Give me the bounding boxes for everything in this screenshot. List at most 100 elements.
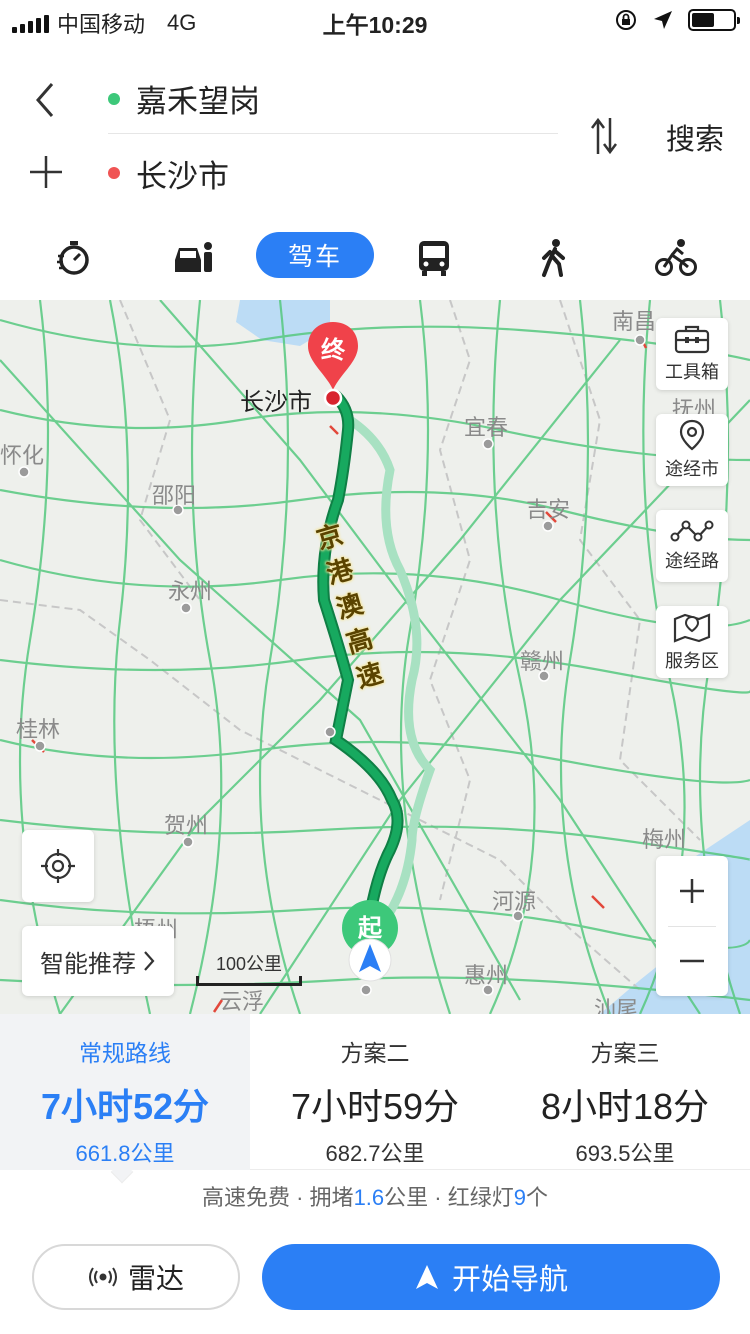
map-label-guilin: 桂林 — [16, 717, 61, 742]
route-map[interactable]: 南昌 抚州 宜春 吉安 怀化 邵阳 永州 赣州 桂林 贺州 梅州 河源 惠州 梧… — [0, 300, 750, 1014]
route-distance: 682.7公里 — [325, 1141, 425, 1166]
via-city-label: 途经市 — [665, 459, 719, 479]
route-path-icon — [670, 520, 714, 542]
bus-icon — [419, 241, 449, 276]
mode-timer[interactable] — [50, 234, 98, 282]
radar-label: 雷达 — [127, 1263, 184, 1294]
origin-marker[interactable]: 起 — [338, 896, 402, 986]
map-label-huaihua: 怀化 — [0, 443, 45, 468]
zoom-in-button[interactable] — [656, 856, 728, 926]
route-name: 方案三 — [590, 1040, 660, 1066]
map-scale: 100公里 — [196, 946, 302, 988]
origin-dot — [108, 92, 120, 105]
map-label-huizhou: 惠州 — [464, 963, 509, 988]
map-label-shaoyang: 邵阳 — [152, 483, 197, 508]
bike-icon — [655, 239, 697, 276]
battery-icon — [688, 9, 740, 31]
location-arrow-icon — [654, 11, 672, 29]
toolbox-label: 工具箱 — [665, 362, 719, 382]
mode-drive[interactable]: 驾车 — [256, 232, 374, 278]
route-time: 8小时18分 — [540, 1086, 710, 1127]
map-label-heyuan: 河源 — [492, 889, 537, 914]
transport-mode-bar: 驾车 — [0, 228, 750, 288]
route-summary: 高速免费 · 拥堵1.6公里 · 红绿灯9个 — [0, 1180, 750, 1220]
radar-button[interactable]: 雷达 — [32, 1244, 240, 1310]
map-label-nanchang: 南昌 — [612, 309, 657, 334]
destination-dot — [108, 167, 120, 179]
map-label-jian: 吉安 — [526, 497, 571, 522]
via-road-label: 途经路 — [665, 551, 719, 571]
navigation-arrow-icon — [415, 1265, 438, 1289]
highway-label-char: 速 — [352, 657, 387, 694]
swap-button[interactable] — [588, 114, 628, 158]
service-area-label: 服务区 — [665, 651, 719, 671]
radar-icon — [88, 1267, 117, 1287]
map-label-yunfu: 云浮 — [220, 989, 265, 1014]
toolbox-icon — [674, 325, 710, 354]
route-name: 方案二 — [340, 1040, 410, 1066]
service-area-button[interactable]: 服务区 — [656, 606, 728, 678]
route-distance: 693.5公里 — [575, 1141, 675, 1166]
status-right — [614, 8, 740, 32]
add-waypoint-button[interactable] — [28, 154, 64, 190]
via-city-button[interactable]: 途经市 — [656, 414, 728, 486]
mode-bus[interactable] — [410, 234, 458, 282]
status-bar: 中国移动 4G 上午10:29 — [0, 0, 750, 40]
map-label-hezhou: 贺州 — [164, 813, 209, 838]
end-marker-label: 终 — [321, 337, 345, 364]
map-label-yongzhou: 永州 — [168, 579, 213, 604]
route-options: 常规路线 7小时52分 661.8公里 方案二 7小时59分 682.7公里 方… — [0, 1014, 750, 1170]
smart-recommend-label: 智能推荐 — [40, 950, 136, 978]
back-button[interactable] — [28, 78, 62, 122]
scale-bar — [196, 976, 302, 986]
crosshair-icon — [41, 849, 75, 883]
destination-marker[interactable]: 终 — [304, 318, 362, 410]
zoom-control — [656, 856, 728, 996]
summary-text-2: 公里 · 红绿灯 — [384, 1185, 514, 1210]
traffic-light-count: 9 — [513, 1185, 526, 1210]
walk-icon — [542, 239, 565, 277]
mode-walk[interactable] — [530, 234, 578, 282]
plus-icon — [30, 156, 62, 188]
congestion-distance: 1.6 — [353, 1185, 385, 1210]
route-input-panel: 嘉禾望岗 长沙市 搜索 — [0, 40, 750, 220]
map-label-ganzhou: 赣州 — [520, 649, 565, 674]
mode-taxi[interactable] — [170, 234, 218, 282]
smart-recommend-button[interactable]: 智能推荐 — [22, 926, 174, 996]
start-navigation-button[interactable]: 开始导航 — [262, 1244, 720, 1310]
stopwatch-icon — [57, 241, 89, 275]
route-time: 7小时59分 — [290, 1086, 460, 1127]
plus-icon — [680, 879, 704, 903]
locate-button[interactable] — [22, 830, 94, 902]
rotation-lock-icon — [616, 10, 636, 30]
route-time: 7小时52分 — [40, 1086, 210, 1127]
route-option-2[interactable]: 方案二 7小时59分 682.7公里 — [250, 1014, 500, 1170]
summary-text-3: 个 — [525, 1185, 548, 1210]
map-label-yichun: 宜春 — [464, 415, 509, 440]
route-name: 常规路线 — [79, 1040, 171, 1066]
toolbox-button[interactable]: 工具箱 — [656, 318, 728, 390]
zoom-out-button[interactable] — [656, 926, 728, 996]
scale-label: 100公里 — [215, 954, 283, 974]
swap-icon — [591, 117, 617, 155]
destination-text: 长沙市 — [136, 158, 229, 194]
chevron-right-icon — [144, 951, 155, 971]
zoom-divider — [668, 926, 716, 927]
route-option-3[interactable]: 方案三 8小时18分 693.5公里 — [500, 1014, 750, 1170]
origin-field[interactable]: 嘉禾望岗 — [108, 64, 558, 134]
via-road-button[interactable]: 途经路 — [656, 510, 728, 582]
minus-icon — [680, 959, 704, 963]
destination-field[interactable]: 长沙市 — [108, 138, 558, 208]
map-label-shanwei: 汕尾 — [594, 997, 639, 1014]
summary-text-1: 高速免费 · 拥堵 — [202, 1185, 354, 1210]
taxi-icon — [175, 242, 212, 272]
back-arrow-icon — [36, 83, 54, 117]
mode-bike[interactable] — [652, 234, 700, 282]
start-navigation-label: 开始导航 — [451, 1264, 568, 1296]
route-option-1[interactable]: 常规路线 7小时52分 661.8公里 — [0, 1014, 250, 1170]
origin-text: 嘉禾望岗 — [136, 84, 260, 119]
search-button[interactable]: 搜索 — [666, 116, 724, 158]
location-pin-icon — [679, 419, 705, 451]
start-marker-label: 起 — [358, 915, 382, 942]
service-area-icon — [673, 613, 711, 643]
